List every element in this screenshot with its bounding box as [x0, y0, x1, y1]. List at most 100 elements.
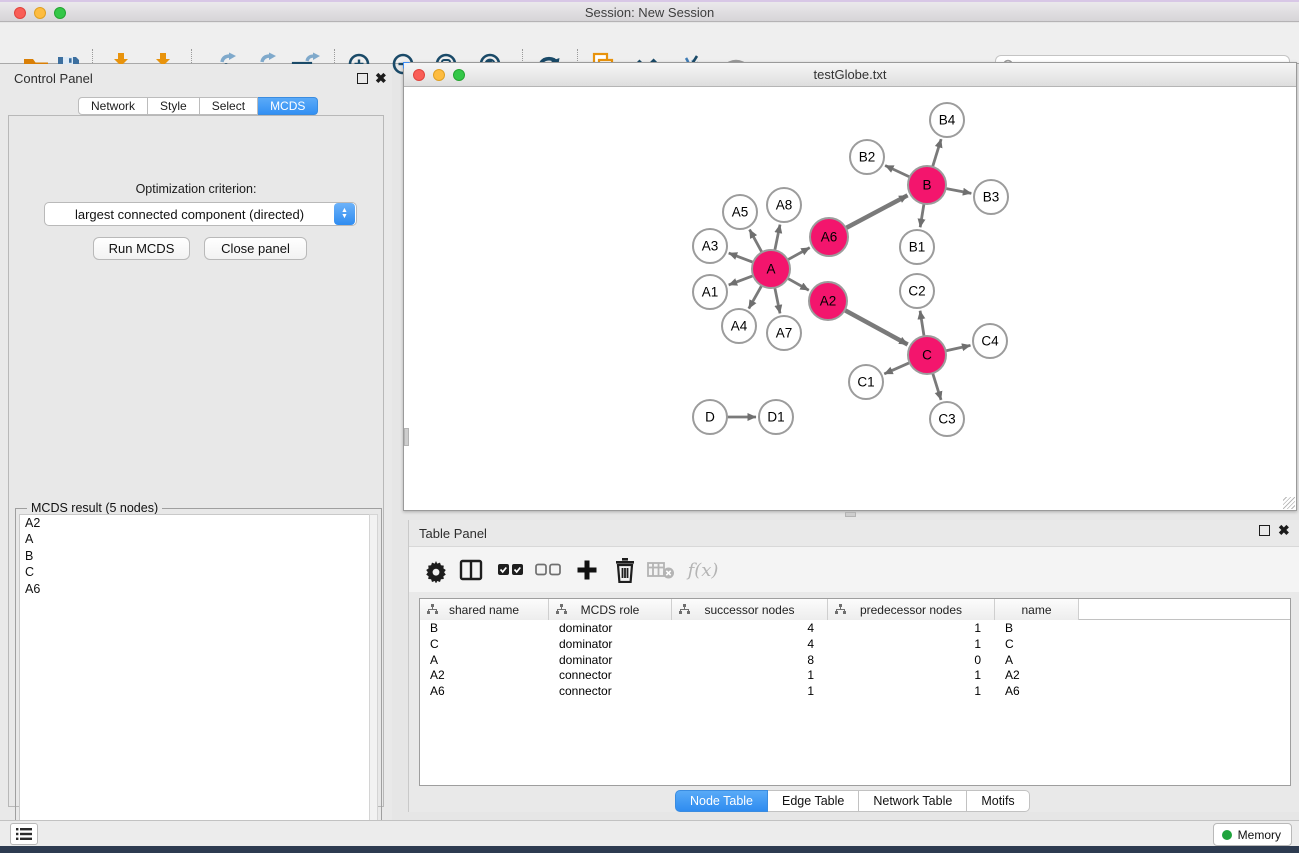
table-cell: A2 [995, 667, 1079, 683]
close-panel-button[interactable]: Close panel [204, 237, 307, 260]
table-cell: 1 [672, 667, 828, 683]
close-icon[interactable]: ✖ [375, 72, 387, 85]
network-window-titlebar[interactable]: testGlobe.txt [404, 63, 1296, 87]
mcds-result-list[interactable]: A2ABCA6 [19, 514, 371, 847]
edge-A2-C[interactable] [845, 310, 908, 344]
node-B[interactable]: B [908, 166, 946, 204]
column-header-mcds-role[interactable]: MCDS role [549, 599, 672, 620]
edge-C-C4[interactable] [946, 345, 971, 351]
edge-A-A1[interactable] [729, 276, 754, 285]
column-header-name[interactable]: name [995, 599, 1079, 620]
network-graph-canvas[interactable]: B4 B2 B B3 A8 A5 A6 A3 B1 A A1 C2 A2 A4 A7 C4 C C1 C3 D D1 [409, 87, 1293, 507]
result-item[interactable]: A6 [20, 581, 370, 598]
table-row[interactable]: A6connector11A6 [420, 683, 1290, 699]
float-icon[interactable] [1259, 525, 1270, 536]
table-cell: dominator [549, 652, 672, 668]
svg-text:A: A [766, 262, 775, 277]
edge-A-A6[interactable] [788, 248, 810, 260]
svg-text:B3: B3 [983, 190, 1000, 205]
float-icon[interactable] [357, 73, 368, 84]
node-A5[interactable]: A5 [723, 195, 757, 229]
edge-A6-B[interactable] [846, 195, 908, 228]
edge-A-A8[interactable] [775, 225, 780, 251]
edge-B-B3[interactable] [946, 189, 972, 194]
node-A2[interactable]: A2 [809, 282, 847, 320]
edge-C-C3[interactable] [933, 373, 941, 400]
deselect-all-icon[interactable] [532, 554, 564, 586]
edge-A-A4[interactable] [749, 286, 762, 309]
table-header-row: shared nameMCDS rolesuccessor nodesprede… [420, 599, 1290, 620]
node-B2[interactable]: B2 [850, 140, 884, 174]
column-header-shared-name[interactable]: shared name [420, 599, 549, 620]
table-row[interactable]: Bdominator41B [420, 620, 1290, 636]
node-A4[interactable]: A4 [722, 309, 756, 343]
tab-network[interactable]: Network [78, 97, 148, 115]
table-row[interactable]: Cdominator41C [420, 636, 1290, 652]
tab-edge-table[interactable]: Edge Table [768, 790, 859, 812]
node-C3[interactable]: C3 [930, 402, 964, 436]
edge-B-B4[interactable] [933, 139, 942, 167]
result-item[interactable]: A2 [20, 515, 370, 532]
node-A8[interactable]: A8 [767, 188, 801, 222]
node-table[interactable]: shared nameMCDS rolesuccessor nodesprede… [419, 598, 1291, 786]
result-item[interactable]: C [20, 565, 370, 582]
tab-mcds[interactable]: MCDS [258, 97, 318, 115]
vertical-scrollbar-thumb[interactable] [404, 428, 409, 446]
column-pane-icon[interactable] [455, 554, 487, 586]
table-cell: 4 [672, 636, 828, 652]
edge-C-C1[interactable] [884, 363, 909, 374]
node-C1[interactable]: C1 [849, 365, 883, 399]
table-row[interactable]: A2connector11A2 [420, 667, 1290, 683]
svg-text:D: D [705, 410, 715, 425]
edge-A-A3[interactable] [729, 253, 754, 262]
column-header-successor-nodes[interactable]: successor nodes [672, 599, 828, 620]
horizontal-scrollbar-thumb[interactable] [845, 512, 856, 517]
edge-C-C2[interactable] [920, 311, 924, 336]
result-list-scrollbar[interactable] [369, 514, 378, 847]
task-history-button[interactable] [10, 823, 38, 845]
gear-icon[interactable] [420, 554, 452, 586]
node-B1[interactable]: B1 [900, 230, 934, 264]
memory-button[interactable]: Memory [1213, 823, 1292, 846]
edge-A-A2[interactable] [788, 278, 809, 290]
edge-B-B2[interactable] [885, 165, 910, 177]
node-A1[interactable]: A1 [693, 275, 727, 309]
tab-motifs[interactable]: Motifs [967, 790, 1029, 812]
tab-network-table[interactable]: Network Table [859, 790, 967, 812]
node-D1[interactable]: D1 [759, 400, 793, 434]
delete-column-icon[interactable] [609, 554, 641, 586]
edge-A-A5[interactable] [750, 230, 762, 253]
select-all-icon[interactable] [495, 554, 527, 586]
svg-text:A5: A5 [732, 205, 749, 220]
table-cell: dominator [549, 636, 672, 652]
result-item[interactable]: A [20, 532, 370, 549]
close-icon[interactable]: ✖ [1278, 524, 1290, 537]
column-header-predecessor-nodes[interactable]: predecessor nodes [828, 599, 995, 620]
edge-B-B1[interactable] [920, 204, 924, 227]
node-A[interactable]: A [752, 250, 790, 288]
table-cell: 1 [828, 683, 995, 699]
run-mcds-button[interactable]: Run MCDS [93, 237, 190, 260]
memory-status-icon [1222, 830, 1232, 840]
node-C4[interactable]: C4 [973, 324, 1007, 358]
tab-style[interactable]: Style [148, 97, 200, 115]
tab-select[interactable]: Select [200, 97, 258, 115]
node-D[interactable]: D [693, 400, 727, 434]
node-A3[interactable]: A3 [693, 229, 727, 263]
node-A6[interactable]: A6 [810, 218, 848, 256]
window-resize-grip[interactable] [1283, 497, 1295, 509]
add-column-icon[interactable] [571, 554, 603, 586]
table-row[interactable]: Adominator80A [420, 652, 1290, 668]
edge-A-A7[interactable] [775, 288, 780, 314]
node-C[interactable]: C [908, 336, 946, 374]
svg-text:C2: C2 [908, 284, 925, 299]
node-C2[interactable]: C2 [900, 274, 934, 308]
node-B3[interactable]: B3 [974, 180, 1008, 214]
result-item[interactable]: B [20, 548, 370, 565]
tab-node-table[interactable]: Node Table [675, 790, 768, 812]
optimization-criterion-select[interactable]: largest connected component (directed) ▲… [44, 202, 357, 226]
node-A7[interactable]: A7 [767, 316, 801, 350]
node-B4[interactable]: B4 [930, 103, 964, 137]
svg-text:B: B [922, 178, 931, 193]
table-cell: A [995, 652, 1079, 668]
